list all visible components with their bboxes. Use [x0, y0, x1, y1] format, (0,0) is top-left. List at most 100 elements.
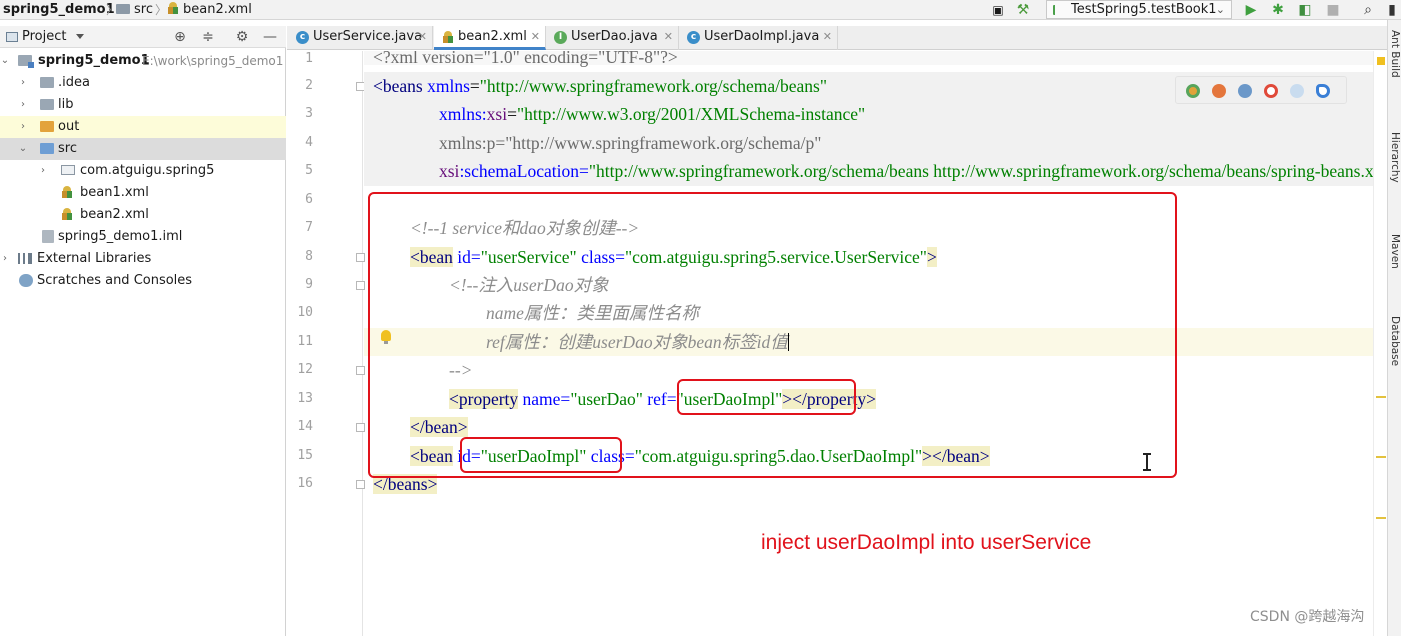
tree-item-label: bean1.xml [80, 185, 149, 200]
chevron-down-icon[interactable]: ⌄ [18, 138, 28, 160]
fold-marker[interactable] [356, 281, 365, 290]
collapse-all-icon[interactable]: ≑ [200, 28, 216, 46]
close-icon[interactable]: ✕ [664, 26, 673, 48]
run-configuration-label: TestSpring5.testBook1 [1071, 2, 1217, 17]
tree-item-label: spring5_demo1.iml [58, 229, 183, 244]
chevron-right-icon[interactable]: › [18, 72, 28, 94]
warning-marker[interactable] [1377, 57, 1385, 65]
chevron-down-icon[interactable] [76, 34, 84, 39]
line-number: 7 [305, 220, 313, 235]
line-number: 6 [305, 192, 313, 207]
error-stripe-marker[interactable] [1376, 456, 1386, 458]
tool-window-hierarchy[interactable]: Hierarchy [1386, 132, 1401, 183]
close-icon[interactable]: ✕ [531, 26, 540, 48]
chevron-right-icon[interactable]: › [0, 248, 10, 270]
tree-item-iml[interactable]: spring5_demo1.iml [0, 226, 286, 248]
error-stripe-marker[interactable] [1376, 517, 1386, 519]
close-icon[interactable]: ✕ [418, 26, 427, 48]
tree-item-external-libraries[interactable]: › External Libraries [0, 248, 286, 270]
edge-icon[interactable] [1316, 84, 1330, 98]
breadcrumb-file[interactable]: bean2.xml [167, 1, 252, 19]
coverage-icon[interactable]: ◧ [1297, 2, 1313, 18]
tree-item-bean2-xml[interactable]: bean2.xml [0, 204, 286, 226]
project-view-selector[interactable]: Project [22, 28, 66, 46]
search-icon[interactable]: ⌕ [1360, 2, 1376, 18]
line-number: 13 [297, 391, 313, 406]
run-configuration-select[interactable]: TestSpring5.testBook1 ⌄ [1046, 0, 1232, 19]
xml-icon [167, 2, 179, 15]
editor-scrollbar[interactable] [1373, 51, 1387, 636]
tab-userservice-java[interactable]: c UserService.java ✕ [289, 26, 433, 50]
tree-item-bean1-xml[interactable]: bean1.xml [0, 182, 286, 204]
tag-name: <beans [373, 76, 423, 96]
tree-item-idea[interactable]: › .idea [0, 72, 286, 94]
annotation-box-ref [677, 379, 856, 415]
opera-icon[interactable] [1264, 84, 1278, 98]
tab-label: UserDao.java [571, 29, 658, 44]
window-icon[interactable]: ▣ [990, 2, 1006, 18]
annotation-box-id [460, 437, 622, 473]
chevron-down-icon[interactable]: ⌄ [0, 50, 10, 72]
run-icon[interactable]: ▶ [1243, 2, 1259, 18]
annotation-note: inject userDaoImpl into userService [761, 531, 1092, 554]
breadcrumb-file-label: bean2.xml [183, 2, 252, 17]
tool-window-database[interactable]: Database [1386, 316, 1401, 366]
tree-item-scratches[interactable]: Scratches and Consoles [0, 270, 286, 292]
tree-item-out[interactable]: › out [0, 116, 286, 138]
package-icon [61, 165, 75, 175]
scratches-icon [19, 274, 33, 287]
settings-icon[interactable]: ▮ [1384, 2, 1400, 18]
editor-gutter: 1 2 3 4 5 6 7 8 9 10 11 12 13 14 15 16 [287, 51, 365, 636]
tool-window-maven[interactable]: Maven [1386, 234, 1401, 269]
chevron-right-icon[interactable]: › [38, 160, 48, 182]
attr-name: :schemaLocation= [459, 161, 589, 181]
line-number: 4 [305, 135, 313, 150]
firefox-icon[interactable] [1212, 84, 1226, 98]
safari-icon[interactable] [1238, 84, 1252, 98]
fold-marker[interactable] [356, 366, 365, 375]
attr-name: xsi [486, 104, 508, 124]
tool-window-ant-build[interactable]: Ant Build [1386, 30, 1401, 78]
tab-userdao-java[interactable]: I UserDao.java ✕ [547, 26, 679, 50]
code-line-4: xmlns:p="http://www.springframework.org/… [439, 129, 821, 157]
tree-item-path: E:\work\spring5_demo1 [142, 54, 284, 68]
chevron-right-icon[interactable]: › [18, 116, 28, 138]
tree-item-package[interactable]: › com.atguigu.spring5 [0, 160, 286, 182]
project-panel-header: Project ⊕ ≑ ⚙ — [0, 26, 286, 48]
code-line-5: xsi:schemaLocation="http://www.springfra… [439, 157, 1387, 185]
close-icon[interactable]: ✕ [823, 26, 832, 48]
chrome-icon[interactable] [1186, 84, 1200, 98]
line-number: 11 [297, 334, 313, 349]
code-editor[interactable]: 1 2 3 4 5 6 7 8 9 10 11 12 13 14 15 16 <… [287, 51, 1387, 636]
chevron-right-icon[interactable]: › [18, 94, 28, 116]
attr-value: "http://www.w3.org/2001/XMLSchema-instan… [516, 104, 866, 124]
line-number: 9 [305, 277, 313, 292]
tree-item-project-root[interactable]: ⌄ spring5_demo1 E:\work\spring5_demo1 [0, 50, 286, 72]
project-tree: ⌄ spring5_demo1 E:\work\spring5_demo1 › … [0, 48, 286, 636]
class-icon: c [687, 31, 700, 44]
error-stripe-marker[interactable] [1376, 396, 1386, 398]
debug-icon[interactable]: ✱ [1270, 2, 1286, 18]
editor-tabs: c UserService.java ✕ bean2.xml ✕ I UserD… [287, 26, 1387, 50]
xml-icon [442, 31, 454, 44]
ie-icon[interactable] [1290, 84, 1304, 98]
tab-userdaoimpl-java[interactable]: c UserDaoImpl.java ✕ [680, 26, 838, 50]
tree-item-lib[interactable]: › lib [0, 94, 286, 116]
tree-item-label: out [58, 119, 80, 134]
fold-marker[interactable] [356, 253, 365, 262]
tree-item-src[interactable]: ⌄ src [0, 138, 286, 160]
build-hammer-icon[interactable]: ⚒ [1015, 2, 1031, 18]
gear-icon[interactable]: ⚙ [234, 28, 250, 46]
navigation-bar: spring5_demo1 〉 src 〉 bean2.xml ▣ ⚒ Test… [0, 0, 1401, 20]
attr-namespace: xsi [439, 161, 460, 181]
breadcrumb-project[interactable]: spring5_demo1 [3, 1, 115, 19]
hide-panel-icon[interactable]: — [262, 28, 278, 46]
locate-file-icon[interactable]: ⊕ [172, 28, 188, 46]
fold-marker[interactable] [356, 423, 365, 432]
code-line-2: <beans xmlns="http://www.springframework… [373, 76, 827, 96]
stop-icon[interactable]: ■ [1325, 2, 1341, 18]
breadcrumb-separator: 〉 [155, 3, 168, 17]
fold-marker[interactable] [356, 480, 365, 489]
breadcrumb-folder[interactable]: src [116, 1, 153, 19]
tab-bean2-xml[interactable]: bean2.xml ✕ [434, 26, 546, 50]
